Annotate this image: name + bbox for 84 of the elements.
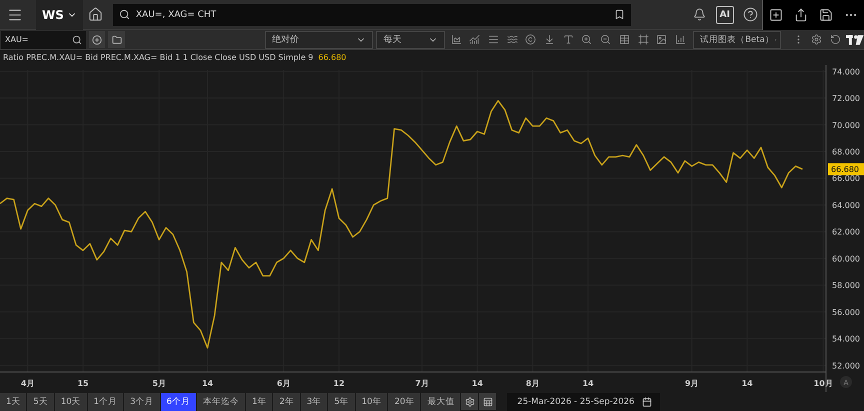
search-icon (118, 9, 130, 20)
square-plus-icon[interactable] (768, 8, 783, 22)
waves-icon[interactable] (506, 34, 518, 45)
area-chart-icon[interactable] (450, 34, 462, 45)
last-value: 66.680 (318, 53, 346, 62)
search-field[interactable]: XAU=, XAG= CHT (112, 4, 631, 26)
period-tab[interactable]: 10年 (356, 392, 388, 410)
indicator-chart-icon[interactable] (469, 34, 480, 45)
period-tab[interactable]: 5天 (27, 392, 54, 410)
bookmark-icon[interactable] (614, 9, 625, 20)
x-axis-label: 10月 (814, 379, 833, 388)
table-icon[interactable] (618, 34, 630, 45)
table-button[interactable] (479, 393, 496, 410)
add-button[interactable] (88, 31, 106, 48)
y-axis-label: 72.000 (832, 94, 860, 104)
zoom-in-icon[interactable] (581, 34, 592, 45)
price-tag: 66.680 (828, 163, 864, 176)
price-type-dropdown[interactable]: 绝对价 (265, 30, 374, 48)
period-tab[interactable]: 1年 (246, 392, 272, 410)
period-tab[interactable]: 10天 (54, 392, 87, 410)
settings-icon[interactable] (811, 34, 822, 45)
search-icon (72, 34, 82, 44)
circled-letter-icon[interactable] (525, 34, 536, 45)
period-tab[interactable]: 20年 (388, 392, 420, 410)
y-axis-label: 64.000 (832, 200, 860, 210)
circle-plus-icon (92, 34, 102, 44)
period-tab[interactable]: 最大值 (421, 392, 460, 410)
period-tab[interactable]: 1天 (0, 392, 26, 410)
bar-chart-icon[interactable] (674, 34, 686, 45)
x-axis-label: 15 (77, 379, 89, 388)
period-tab[interactable]: 5年 (328, 392, 355, 410)
period-tab[interactable]: 1个月 (88, 392, 124, 410)
save-icon[interactable] (819, 8, 834, 22)
x-axis-label: 14 (202, 379, 214, 388)
x-axis-label: 14 (472, 379, 483, 388)
ai-button[interactable]: AI (716, 6, 734, 24)
zoom-out-icon[interactable] (600, 34, 612, 45)
period-tab[interactable]: 3个月 (124, 392, 160, 410)
x-axis-label: 8月 (526, 379, 540, 388)
symbol-field[interactable]: XAU= (1, 30, 86, 48)
settings-button[interactable] (461, 393, 478, 410)
x-axis-label: 5月 (152, 379, 166, 388)
x-axis-label: 7月 (415, 379, 429, 388)
y-axis-label: 66.000 (832, 174, 860, 184)
period-tab[interactable]: 3年 (300, 392, 328, 410)
y-axis-label: 70.000 (832, 120, 860, 130)
beta-chart-button[interactable]: 试用图表（Beta） (693, 30, 782, 48)
interval-dropdown[interactable]: 每天 (376, 30, 446, 48)
x-axis-label: 9月 (685, 379, 699, 388)
x-axis-label: 12 (333, 379, 345, 388)
calendar-icon (642, 396, 652, 406)
table-icon (482, 396, 493, 406)
y-axis-label: 56.000 (832, 308, 860, 317)
x-axis-label: 6月 (276, 379, 290, 388)
period-tab[interactable]: 2年 (273, 392, 300, 410)
folder-icon (112, 34, 122, 44)
logo-icon (846, 34, 864, 44)
y-axis-label: 58.000 (832, 281, 860, 290)
y-axis-label: 68.000 (832, 148, 860, 157)
brand-menu[interactable]: WS (36, 0, 83, 30)
help-icon[interactable] (742, 7, 758, 22)
date-range-field[interactable]: 25-Mar-2026 - 25-Sep-2026 (507, 392, 660, 410)
share-icon[interactable] (794, 8, 808, 22)
y-axis-label: 60.000 (832, 254, 860, 264)
y-axis-label: 52.000 (832, 361, 860, 370)
x-axis-label: 14 (742, 379, 753, 388)
home-icon[interactable] (88, 7, 104, 22)
undo-icon[interactable] (830, 34, 841, 45)
symbol-input[interactable]: XAU= (5, 35, 72, 44)
period-tab[interactable]: 本年迄今 (196, 392, 245, 410)
x-axis-label: 4月 (20, 379, 34, 388)
text-icon[interactable] (562, 34, 574, 45)
y-axis-label: 74.000 (832, 67, 860, 76)
search-input[interactable]: XAU=, XAG= CHT (136, 10, 608, 20)
period-tab[interactable]: 6个月 (160, 392, 196, 410)
bell-icon[interactable] (693, 8, 706, 21)
settings-icon (464, 396, 475, 406)
lines-icon[interactable] (488, 34, 499, 45)
y-axis-label: 54.000 (832, 334, 860, 344)
x-axis-label: 14 (582, 379, 594, 388)
series-description: Ratio PREC.M.XAU= Bid PREC.M.XAG= Bid 1 1 Close Close USD USD Simple 9 (3, 53, 314, 62)
y-axis-label: 62.000 (832, 228, 860, 237)
image-icon[interactable] (656, 34, 668, 45)
folder-button[interactable] (108, 31, 125, 48)
